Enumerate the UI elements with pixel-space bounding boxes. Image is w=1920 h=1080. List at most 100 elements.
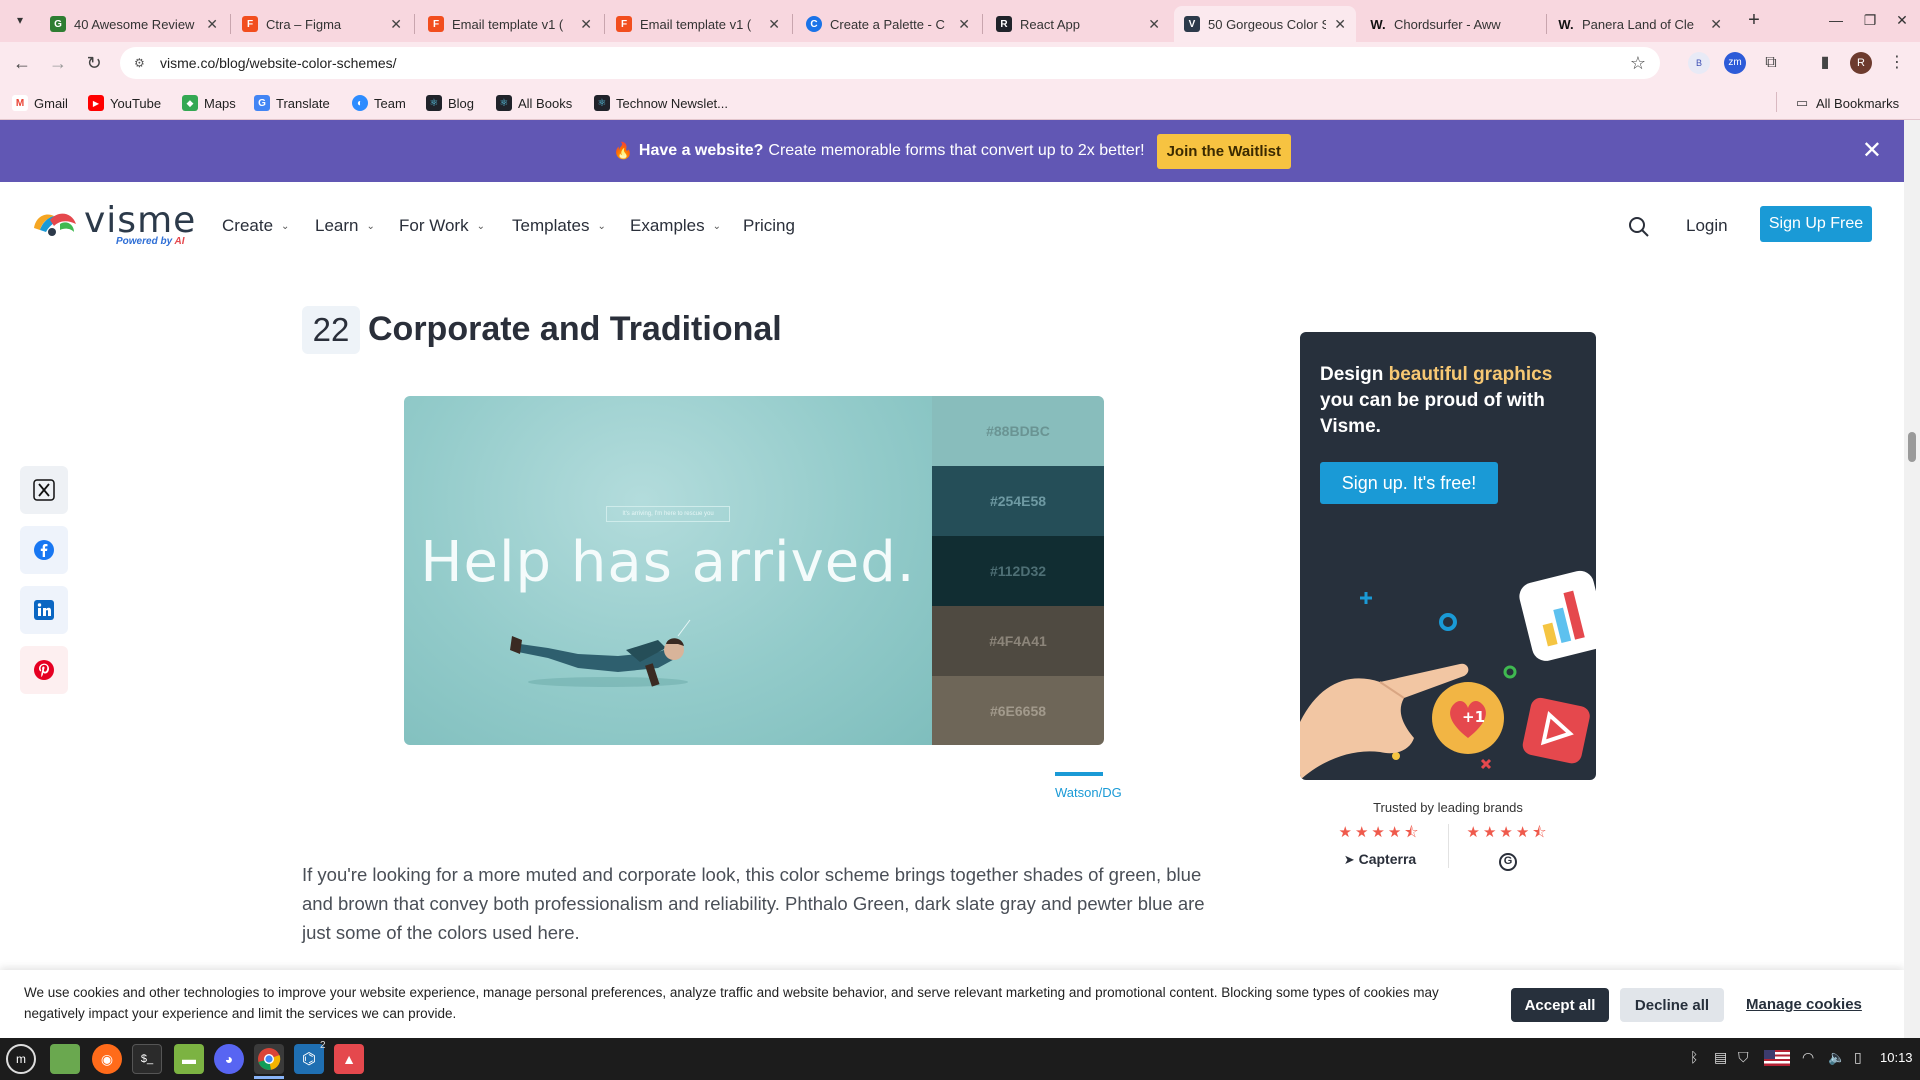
shield-icon[interactable]: ⛉ [1738,1049,1749,1066]
browser-tab-active[interactable]: V 50 Gorgeous Color S ✕ [1174,6,1356,42]
tab-search-chevron-icon[interactable]: ▾ [8,8,32,32]
bookmark-label: Blog [448,95,475,111]
all-bookmarks[interactable]: ▭ All Bookmarks [1794,93,1899,113]
visme-favicon-icon: V [1184,16,1200,32]
youtube-icon: ▶ [88,95,104,111]
promo-banner: 🔥 Have a website? Create memorable forms… [0,120,1904,182]
url-input[interactable]: ⚙ visme.co/blog/website-color-schemes/ ☆ [120,47,1660,79]
terminal-icon[interactable]: $_ [132,1044,162,1074]
ad-signup-button[interactable]: Sign up. It's free! [1320,462,1498,504]
minimize-icon[interactable]: — [1824,8,1848,32]
bluetooth-icon[interactable]: ᛒ [1690,1049,1698,1065]
nav-for-work[interactable]: For Work ⌄ [399,216,485,236]
visme-logo[interactable]: visme Powered by AI [30,200,195,250]
powered-by-ai: Powered by AI [116,236,185,247]
tab-title: Chordsurfer - Aww [1394,16,1501,32]
bookmark-gmail[interactable]: M Gmail [12,93,68,113]
browser-menu-icon[interactable]: ⋮ [1886,52,1908,74]
nav-label: Pricing [743,216,795,235]
share-facebook-button[interactable] [20,526,68,574]
bookmark-all-books[interactable]: ⚛ All Books [496,93,572,113]
nav-learn[interactable]: Learn ⌄ [315,216,375,236]
active-app-indicator [254,1076,284,1079]
back-icon[interactable]: ← [10,51,34,75]
address-bar-row: ← → ↻ ⚙ visme.co/blog/website-color-sche… [0,42,1920,84]
bookmark-technow[interactable]: ⚛ Technow Newslet... [594,93,728,113]
battery-icon[interactable]: ▯ [1854,1049,1862,1066]
browser-tab[interactable]: F Email template v1 ( ✕ [606,6,790,42]
extension-b-icon[interactable]: B [1688,52,1710,74]
tab-title: Panera Land of Cle [1582,16,1695,32]
page-scrollbar[interactable] [1904,120,1920,1038]
bookmark-star-icon[interactable]: ☆ [1630,53,1646,74]
translate-icon: G [254,95,270,111]
tab-close-icon[interactable]: ✕ [1334,16,1346,33]
browser-tab[interactable]: F Ctra – Figma ✕ [232,6,412,42]
bookmark-blog[interactable]: ⚛ Blog [426,93,474,113]
tab-close-icon[interactable]: ✕ [1710,16,1722,33]
bookmark-translate[interactable]: G Translate [254,93,330,113]
side-panel-icon[interactable]: ▮ [1814,52,1836,74]
nav-create[interactable]: Create ⌄ [222,216,289,236]
browser-tab[interactable]: F Email template v1 ( ✕ [418,6,602,42]
decline-all-button[interactable]: Decline all [1620,988,1724,1022]
files-icon[interactable]: ▬ [174,1044,204,1074]
browser-tab[interactable]: R React App ✕ [986,6,1170,42]
tab-close-icon[interactable]: ✕ [390,16,402,33]
restore-icon[interactable]: ❐ [1858,8,1882,32]
sign-up-free-button[interactable]: Sign Up Free [1760,206,1872,242]
tab-close-icon[interactable]: ✕ [768,16,780,33]
search-icon[interactable] [1628,216,1650,238]
chrome-icon[interactable] [254,1044,284,1074]
discord-icon[interactable]: ◕ [214,1044,244,1074]
tab-close-icon[interactable]: ✕ [206,16,218,33]
nav-templates[interactable]: Templates ⌄ [512,216,606,236]
image-credit-link[interactable]: Watson/DG [1055,785,1122,800]
manage-cookies-link[interactable]: Manage cookies [1746,996,1862,1013]
login-link[interactable]: Login [1686,216,1728,236]
close-window-icon[interactable]: ✕ [1890,8,1914,32]
volume-icon[interactable]: 🔈 [1828,1049,1845,1066]
browser-tab[interactable]: W. Panera Land of Cle ✕ [1548,6,1732,42]
wifi-icon[interactable]: ◠ [1802,1049,1814,1066]
zoom-extension-icon[interactable]: zm [1724,52,1746,74]
nav-examples[interactable]: Examples ⌄ [630,216,721,236]
share-x-button[interactable] [20,466,68,514]
close-banner-icon[interactable]: ✕ [1862,136,1882,165]
scrollbar-thumb[interactable] [1908,432,1916,462]
tab-close-icon[interactable]: ✕ [580,16,592,33]
brand-label: Capterra [1358,851,1417,867]
share-linkedin-button[interactable] [20,586,68,634]
tab-divider [414,14,415,34]
extensions-puzzle-icon[interactable]: ⧉ [1760,52,1782,74]
sidebar-ad[interactable]: Design beautiful graphics you can be pro… [1300,332,1596,780]
profile-avatar[interactable]: R [1850,52,1872,74]
share-pinterest-button[interactable] [20,646,68,694]
visme-logo-icon [34,213,76,236]
g2-logo: G [1458,851,1558,871]
mint-menu-icon[interactable]: m [6,1044,36,1074]
tab-close-icon[interactable]: ✕ [1148,16,1160,33]
bookmark-team[interactable]: ◐ Team [352,93,406,113]
bookmark-youtube[interactable]: ▶ YouTube [88,93,161,113]
bookmark-maps[interactable]: ◆ Maps [182,93,236,113]
browser-tab[interactable]: G 40 Awesome Review ✕ [40,6,228,42]
join-waitlist-button[interactable]: Join the Waitlist [1156,133,1292,169]
site-info-icon[interactable]: ⚙ [134,56,150,70]
new-tab-button[interactable]: + [1742,8,1766,32]
clipboard-icon[interactable]: ▤ [1714,1049,1727,1066]
swatch-column: #88BDBC #254E58 #112D32 #4F4A41 #6E6658 [932,396,1104,745]
browser-tab[interactable]: W. Chordsurfer - Aww [1360,6,1544,42]
accept-all-button[interactable]: Accept all [1511,988,1609,1022]
ad-line2: you can be proud of with Visme. [1320,390,1545,437]
show-desktop-icon[interactable] [50,1044,80,1074]
firefox-icon[interactable]: ◉ [92,1044,122,1074]
nav-pricing[interactable]: Pricing [743,216,795,236]
browser-tab[interactable]: C Create a Palette - C ✕ [796,6,980,42]
reload-icon[interactable]: ↻ [82,51,106,75]
swatch: #254E58 [932,466,1104,536]
forward-icon[interactable]: → [46,51,70,75]
promo-bold: Have a website? [638,142,764,159]
tab-close-icon[interactable]: ✕ [958,16,970,33]
image-viewer-icon[interactable]: ▲ [334,1044,364,1074]
